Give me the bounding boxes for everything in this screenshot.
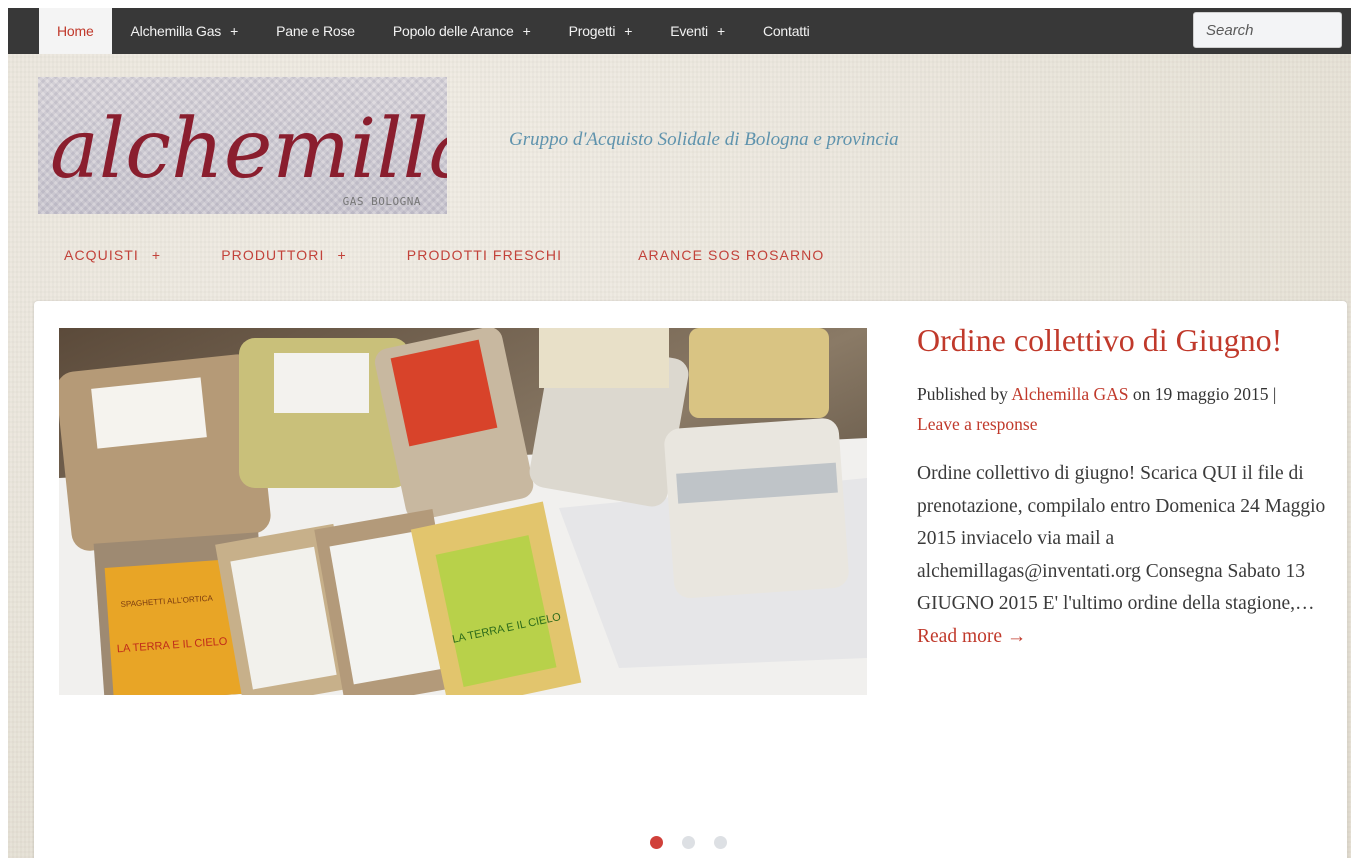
- read-more-link[interactable]: Read more →: [917, 626, 1026, 647]
- subnav-item-produttori[interactable]: PRODUTTORI +: [221, 247, 347, 263]
- slider-dot-2[interactable]: [682, 836, 695, 849]
- subnav-item-label: PRODUTTORI: [221, 247, 325, 263]
- slider-pagination: [650, 836, 727, 849]
- author-link[interactable]: Alchemilla GAS: [1011, 384, 1128, 404]
- secondary-menu: ACQUISTI + PRODUTTORI + PRODOTTI FRESCHI…: [64, 247, 824, 263]
- search-input[interactable]: [1193, 12, 1342, 48]
- site-tagline: Gruppo d'Acquisto Solidale di Bologna e …: [509, 129, 899, 150]
- submenu-plus-icon[interactable]: +: [338, 247, 347, 263]
- menu-item-contatti[interactable]: Contatti: [744, 8, 829, 54]
- slider-dot-3[interactable]: [714, 836, 727, 849]
- menu-item-label: Contatti: [762, 23, 810, 39]
- top-navigation-bar: Home Alchemilla Gas + Pane e Rose Popolo…: [8, 8, 1351, 54]
- page: Home Alchemilla Gas + Pane e Rose Popolo…: [8, 8, 1351, 858]
- menu-item-label: Eventi: [670, 23, 708, 39]
- subnav-item-label: ARANCE SOS ROSARNO: [638, 247, 825, 263]
- logo-wordmark: alchemilla: [50, 102, 447, 197]
- menu-item-alchemilla-gas[interactable]: Alchemilla Gas +: [112, 8, 258, 54]
- menu-item-label: Home: [57, 23, 94, 39]
- meta-date: on 19 maggio 2015 |: [1132, 384, 1277, 404]
- menu-item-pane-e-rose[interactable]: Pane e Rose: [257, 8, 374, 54]
- menu-item-home[interactable]: Home: [39, 8, 112, 54]
- logo-graphic: alchemilla: [50, 102, 447, 197]
- subnav-item-label: PRODOTTI FRESCHI: [406, 247, 563, 263]
- main-menu: Home Alchemilla Gas + Pane e Rose Popolo…: [8, 8, 829, 54]
- submenu-plus-icon[interactable]: +: [230, 23, 238, 39]
- submenu-plus-icon[interactable]: +: [523, 23, 531, 39]
- subnav-item-acquisti[interactable]: ACQUISTI +: [64, 247, 161, 263]
- submenu-plus-icon[interactable]: +: [624, 23, 632, 39]
- menu-item-eventi[interactable]: Eventi +: [651, 8, 744, 54]
- post-excerpt: Ordine collettivo di giugno! Scarica QUI…: [917, 458, 1327, 653]
- pasta-packages-photo: SPAGHETTI ALL'ORTICA LA TERRA E IL CIELO…: [59, 328, 867, 695]
- site-logo[interactable]: alchemilla GAS BOLOGNA: [38, 77, 447, 214]
- subnav-item-label: ACQUISTI: [64, 247, 139, 263]
- subnav-item-arance-sos-rosarno[interactable]: ARANCE SOS ROSARNO: [638, 247, 824, 263]
- menu-item-label: Pane e Rose: [276, 23, 355, 39]
- subnav-item-prodotti-freschi[interactable]: PRODOTTI FRESCHI: [407, 247, 562, 263]
- meta-published-by: Published by: [917, 384, 1008, 404]
- post-title-link[interactable]: Ordine collettivo di Giugno!: [917, 322, 1282, 359]
- menu-item-label: Popolo delle Arance: [392, 23, 514, 39]
- logo-subtext: GAS BOLOGNA: [342, 195, 421, 208]
- menu-item-label: Alchemilla Gas: [130, 23, 222, 39]
- submenu-plus-icon[interactable]: +: [152, 247, 161, 263]
- post-meta: Published by Alchemilla GAS on 19 maggio…: [917, 379, 1307, 439]
- featured-slider: SPAGHETTI ALL'ORTICA LA TERRA E IL CIELO…: [34, 301, 1347, 858]
- submenu-plus-icon[interactable]: +: [717, 23, 725, 39]
- menu-item-popolo-delle-arance[interactable]: Popolo delle Arance +: [374, 8, 550, 54]
- slider-dot-1[interactable]: [650, 836, 663, 849]
- excerpt-text: Ordine collettivo di giugno! Scarica QUI…: [917, 463, 1326, 614]
- leave-response-link[interactable]: Leave a response: [917, 414, 1038, 434]
- post-featured-image[interactable]: SPAGHETTI ALL'ORTICA LA TERRA E IL CIELO…: [59, 328, 867, 695]
- menu-item-label: Progetti: [568, 23, 616, 39]
- menu-item-progetti[interactable]: Progetti +: [550, 8, 652, 54]
